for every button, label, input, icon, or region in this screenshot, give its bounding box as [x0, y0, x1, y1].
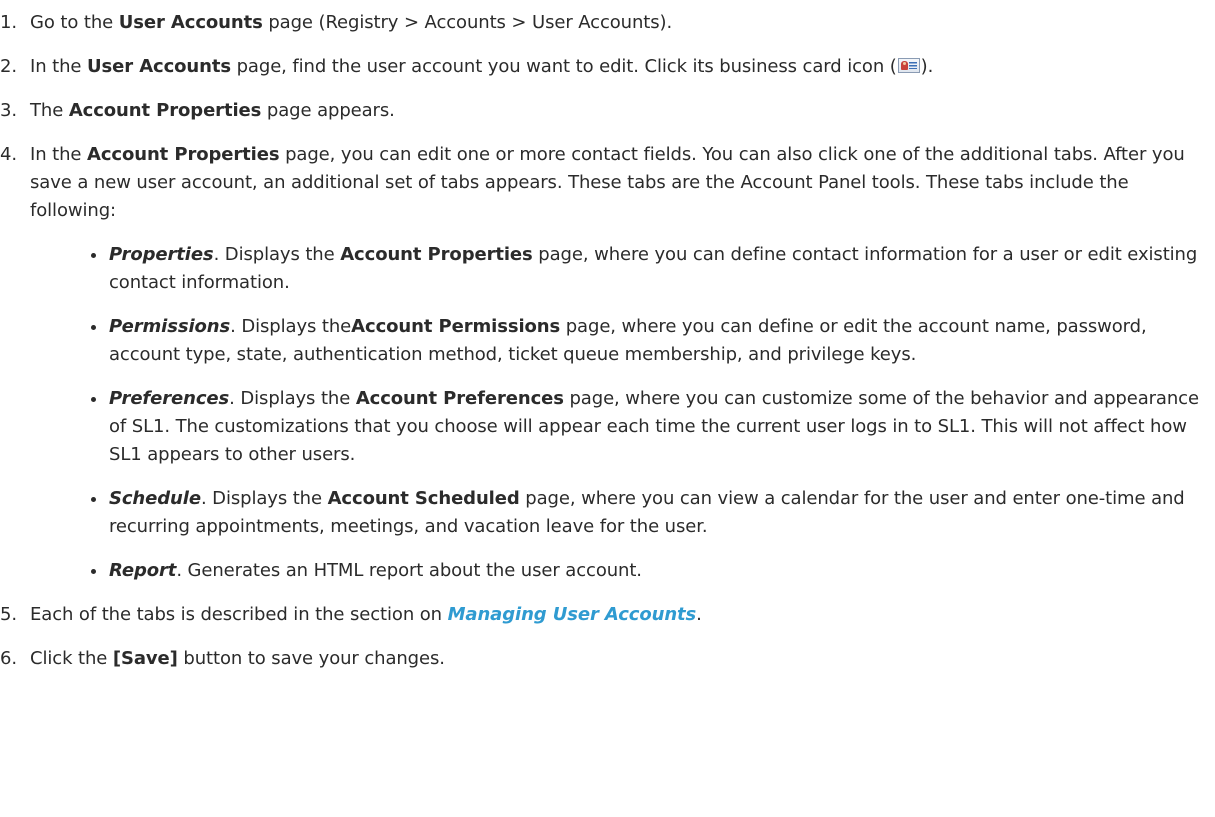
tab-name: Properties: [109, 244, 214, 265]
document-body: 1. Go to the User Accounts page (Registr…: [0, 0, 1215, 673]
page-name: User Accounts: [87, 56, 231, 77]
save-button-label: [Save]: [112, 648, 178, 669]
page-name: Account Preferences: [355, 388, 564, 409]
page-name: Account Scheduled: [327, 488, 520, 509]
tab-list: Properties. Displays the Account Propert…: [30, 241, 1215, 585]
step-text: Go to the User Accounts page (Registry >…: [30, 12, 673, 33]
step-number: 3.: [0, 100, 17, 121]
tab-name: Report: [109, 560, 177, 581]
page-name: User Accounts: [118, 12, 263, 33]
tab-name: Preferences: [109, 388, 230, 409]
tab-item-preferences: Preferences. Displays the Account Prefer…: [91, 385, 1215, 469]
step-number: 5.: [0, 604, 17, 625]
tab-item-report: Report. Generates an HTML report about t…: [91, 557, 1215, 585]
step-2: 2. In the User Accounts page, find the u…: [0, 53, 1215, 81]
page-name: Account Properties: [68, 100, 262, 121]
business-card-icon: [897, 58, 920, 73]
step-text: The Account Properties page appears.: [30, 100, 395, 121]
page-name: Account Properties: [87, 144, 280, 165]
step-text: In the User Accounts page, find the user…: [30, 56, 934, 77]
step-number: 6.: [0, 648, 17, 669]
page-name: Account Properties: [340, 244, 533, 265]
step-text: Each of the tabs is described in the sec…: [30, 604, 702, 625]
tab-item-permissions: Permissions. Displays theAccount Permiss…: [91, 313, 1215, 369]
bullet: [91, 397, 96, 402]
managing-user-accounts-link[interactable]: Managing User Accounts: [448, 604, 697, 625]
step-text: In the Account Properties page, you can …: [30, 144, 1185, 221]
step-5: 5. Each of the tabs is described in the …: [0, 601, 1215, 629]
step-number: 1.: [0, 12, 17, 33]
step-number: 4.: [0, 144, 17, 165]
step-4: 4. In the Account Properties page, you c…: [0, 141, 1215, 585]
bullet: [91, 325, 96, 330]
tab-item-schedule: Schedule. Displays the Account Scheduled…: [91, 485, 1215, 541]
step-1: 1. Go to the User Accounts page (Registr…: [0, 9, 1215, 37]
tab-item-properties: Properties. Displays the Account Propert…: [91, 241, 1215, 297]
tab-name: Schedule: [109, 488, 201, 509]
bullet: [91, 253, 96, 258]
page-name: Account Permissions: [351, 316, 561, 337]
step-number: 2.: [0, 56, 17, 77]
step-text: Click the [Save] button to save your cha…: [30, 648, 445, 669]
bullet: [91, 569, 96, 574]
step-6: 6. Click the [Save] button to save your …: [0, 645, 1215, 673]
bullet: [91, 497, 96, 502]
tab-name: Permissions: [109, 316, 231, 337]
step-3: 3. The Account Properties page appears.: [0, 97, 1215, 125]
